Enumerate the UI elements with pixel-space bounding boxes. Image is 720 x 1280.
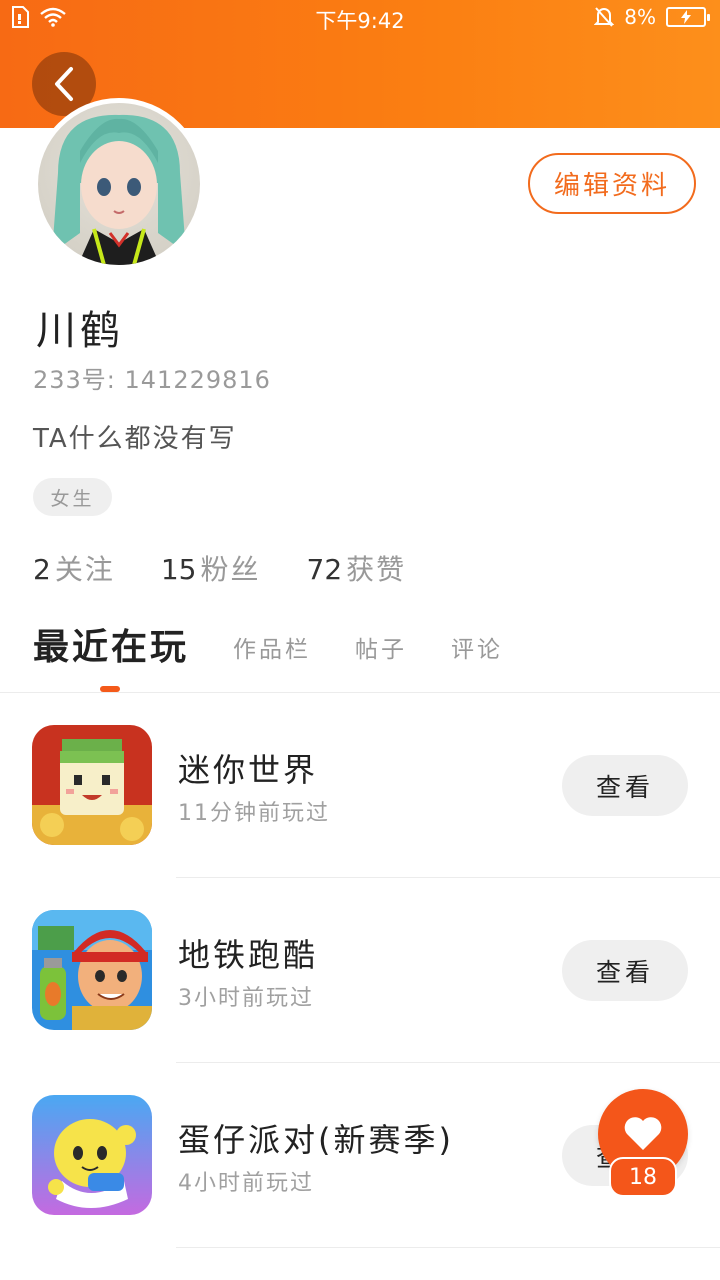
tab-works[interactable]: 作品栏 [233,630,311,672]
avatar[interactable] [33,98,205,270]
mini-world-icon [32,725,152,845]
view-button[interactable]: 查看 [562,755,688,816]
tab-recently-played[interactable]: 最近在玩 [33,618,189,672]
subway-surfers-icon [32,910,152,1030]
tab-bar: 最近在玩 作品栏 帖子 评论 [33,622,547,672]
game-name: 迷你世界 [178,751,319,789]
tab-comments[interactable]: 评论 [451,630,503,672]
user-id: 233号: 141229816 [33,366,271,394]
stat-number: 2 [33,553,51,586]
like-count: 18 [609,1157,677,1197]
mute-bell-icon [594,7,615,27]
last-played-time: 4小时前玩过 [178,1171,314,1196]
stats-row: 2 关注 15 粉丝 72 获赞 [33,548,406,588]
bio: TA什么都没有写 [33,424,237,454]
stat-label: 粉丝 [200,553,261,586]
game-name: 地铁跑酷 [178,936,319,974]
list-item[interactable]: 地铁跑酷 3小时前玩过 查看 [0,878,720,1063]
list-item[interactable]: 迷你世界 11分钟前玩过 查看 [0,693,720,878]
divider [176,1247,720,1248]
stat-likes[interactable]: 72 获赞 [307,548,407,588]
view-button[interactable]: 查看 [562,940,688,1001]
status-bar: 下午9:42 8% [0,0,720,36]
stat-label: 获赞 [346,553,407,586]
last-played-time: 11分钟前玩过 [178,801,330,826]
chevron-left-icon [55,67,73,101]
username: 川鹤 [36,308,124,354]
stat-label: 关注 [54,553,115,586]
gender-tag: 女生 [33,478,112,516]
stat-following[interactable]: 2 关注 [33,548,115,588]
stat-number: 15 [160,553,197,586]
heart-icon [624,1117,662,1150]
eggy-party-icon [32,1095,152,1215]
edit-profile-button[interactable]: 编辑资料 [528,153,696,214]
stat-followers[interactable]: 15 粉丝 [161,548,261,588]
last-played-time: 3小时前玩过 [178,986,314,1011]
game-name: 蛋仔派对(新赛季) [178,1121,454,1159]
battery-icon [666,7,710,27]
like-button[interactable]: 18 [598,1089,688,1197]
avatar-character-image [52,114,186,265]
stat-number: 72 [306,553,343,586]
battery-percent: 8% [624,5,656,29]
tab-posts[interactable]: 帖子 [355,630,407,672]
